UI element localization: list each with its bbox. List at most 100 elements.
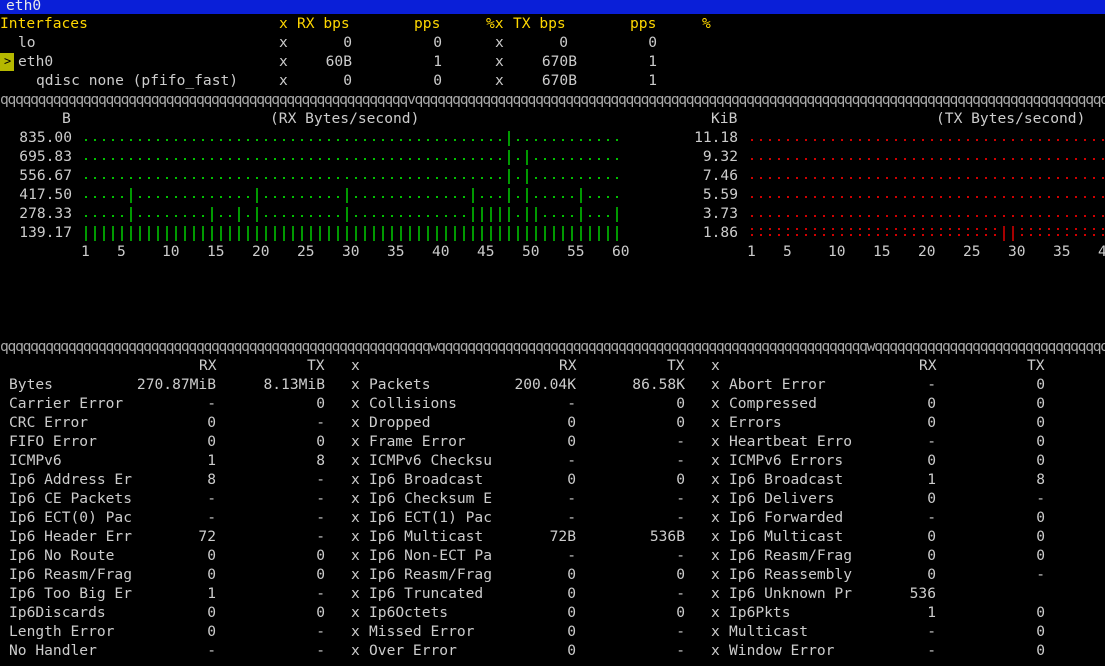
tx-grid-dot (760, 158, 762, 160)
stat-rx-value: 0 (567, 585, 576, 602)
column-separator: x (351, 414, 360, 431)
tx-grid-dot (1012, 177, 1014, 179)
tx-grid-dot (823, 215, 825, 217)
stat-name: Ip6Discards (9, 604, 106, 621)
tx-grid-dot (922, 234, 924, 236)
tx-grid-dot (904, 228, 906, 230)
tx-grid-dot (1021, 228, 1023, 230)
tx-grid-dot (814, 215, 816, 217)
stat-tx-value: - (676, 642, 685, 659)
tx-grid-dot (985, 196, 987, 198)
tx-grid-dot (1084, 196, 1086, 198)
column-separator: x (711, 528, 720, 545)
column-separator: x (351, 585, 360, 602)
tx-grid-dot (877, 234, 879, 236)
stat-rx-value: 1 (207, 585, 216, 602)
stat-tx-value: 0 (676, 471, 685, 488)
tx-grid-dot (1102, 158, 1104, 160)
stat-tx-value: 0 (676, 414, 685, 431)
tx-grid-dot (1039, 234, 1041, 236)
tx-grid-dot (1066, 177, 1068, 179)
tx-grid-dot (994, 228, 996, 230)
tx-grid-dot (976, 215, 978, 217)
tx-grid-dot (940, 228, 942, 230)
stat-tx-value: 0 (1036, 623, 1045, 640)
tx-grid-dot (778, 215, 780, 217)
stat-name: CRC Error (9, 414, 89, 431)
tx-grid-dot (1048, 139, 1050, 141)
tx-grid-dot (922, 139, 924, 141)
stat-name: Abort Error (729, 376, 826, 393)
stat-rx-value: - (567, 547, 576, 564)
tx-grid-dot (1039, 139, 1041, 141)
stat-rx-value: - (567, 452, 576, 469)
tx-grid-dot (967, 215, 969, 217)
tx-grid-dot (904, 177, 906, 179)
stat-name: Collisions (369, 395, 457, 412)
tx-grid-dot (787, 215, 789, 217)
tx-grid-dot (949, 196, 951, 198)
stat-rx-value: 72B (549, 528, 576, 545)
tx-grid-dot (877, 177, 879, 179)
tx-grid-dot (859, 158, 861, 160)
column-separator: x (351, 623, 360, 640)
tx-grid-dot (958, 177, 960, 179)
tx-grid-dot (859, 234, 861, 236)
tx-grid-dot (895, 234, 897, 236)
tx-grid-dot (886, 234, 888, 236)
tx-grid-dot (850, 215, 852, 217)
tx-grid-dot (778, 196, 780, 198)
tx-grid-dot (886, 177, 888, 179)
stat-name: Packets (369, 376, 431, 393)
tx-grid-dot (904, 196, 906, 198)
tx-grid-dot (1084, 177, 1086, 179)
tx-grid-dot (1039, 215, 1041, 217)
stat-rx-value: 72 (198, 528, 216, 545)
tx-grid-dot (1039, 158, 1041, 160)
stat-name: Ip6 Truncated (369, 585, 484, 602)
tx-grid-dot (922, 196, 924, 198)
tx-grid-dot (931, 234, 933, 236)
stat-name: Ip6 Broadcast (729, 471, 844, 488)
tx-grid-dot (1075, 158, 1077, 160)
tx-grid-dot (823, 228, 825, 230)
tx-grid-dot (751, 215, 753, 217)
stat-rx-value: 0 (567, 471, 576, 488)
tx-grid-dot (1084, 215, 1086, 217)
tx-grid-dot (958, 234, 960, 236)
separator-bottom: qqqqqqqqqqqqqqqqqqqqqqqqqqqqqqqqqqqqqqqq… (0, 338, 1105, 355)
details-col2-tx-header: TX (667, 357, 685, 374)
tx-grid-dot (958, 196, 960, 198)
tx-grid-dot (1012, 215, 1014, 217)
tx-grid-dot (904, 234, 906, 236)
stat-tx-value: 0 (316, 395, 325, 412)
stat-tx-value: - (1036, 566, 1045, 583)
tx-grid-dot (931, 228, 933, 230)
tx-grid-dot (1021, 158, 1023, 160)
column-separator: x (711, 642, 720, 659)
stat-tx-value: 0 (1036, 604, 1045, 621)
tx-grid-dot (985, 228, 987, 230)
tx-grid-dot (877, 139, 879, 141)
tx-grid-dot (832, 215, 834, 217)
tx-grid-dot (958, 158, 960, 160)
tx-grid-dot (1021, 177, 1023, 179)
stat-name: Window Error (729, 642, 835, 659)
tx-grid-dot (1048, 196, 1050, 198)
tx-grid-dot (967, 158, 969, 160)
stat-tx-value: 0 (1036, 395, 1045, 412)
tx-grid-dot (805, 177, 807, 179)
tx-grid-dot (1030, 215, 1032, 217)
column-separator: x (351, 433, 360, 450)
column-separator: x (711, 585, 720, 602)
stat-tx-value: 0 (316, 566, 325, 583)
stat-rx-value: - (207, 395, 216, 412)
tx-grid-dot (778, 228, 780, 230)
stat-name: FIFO Error (9, 433, 97, 450)
tx-grid-dot (904, 215, 906, 217)
tx-grid-dot (877, 228, 879, 230)
stat-rx-value: 536 (909, 585, 936, 602)
stat-rx-value: - (927, 509, 936, 526)
tx-grid-dot (877, 196, 879, 198)
stat-rx-value: 0 (927, 414, 936, 431)
